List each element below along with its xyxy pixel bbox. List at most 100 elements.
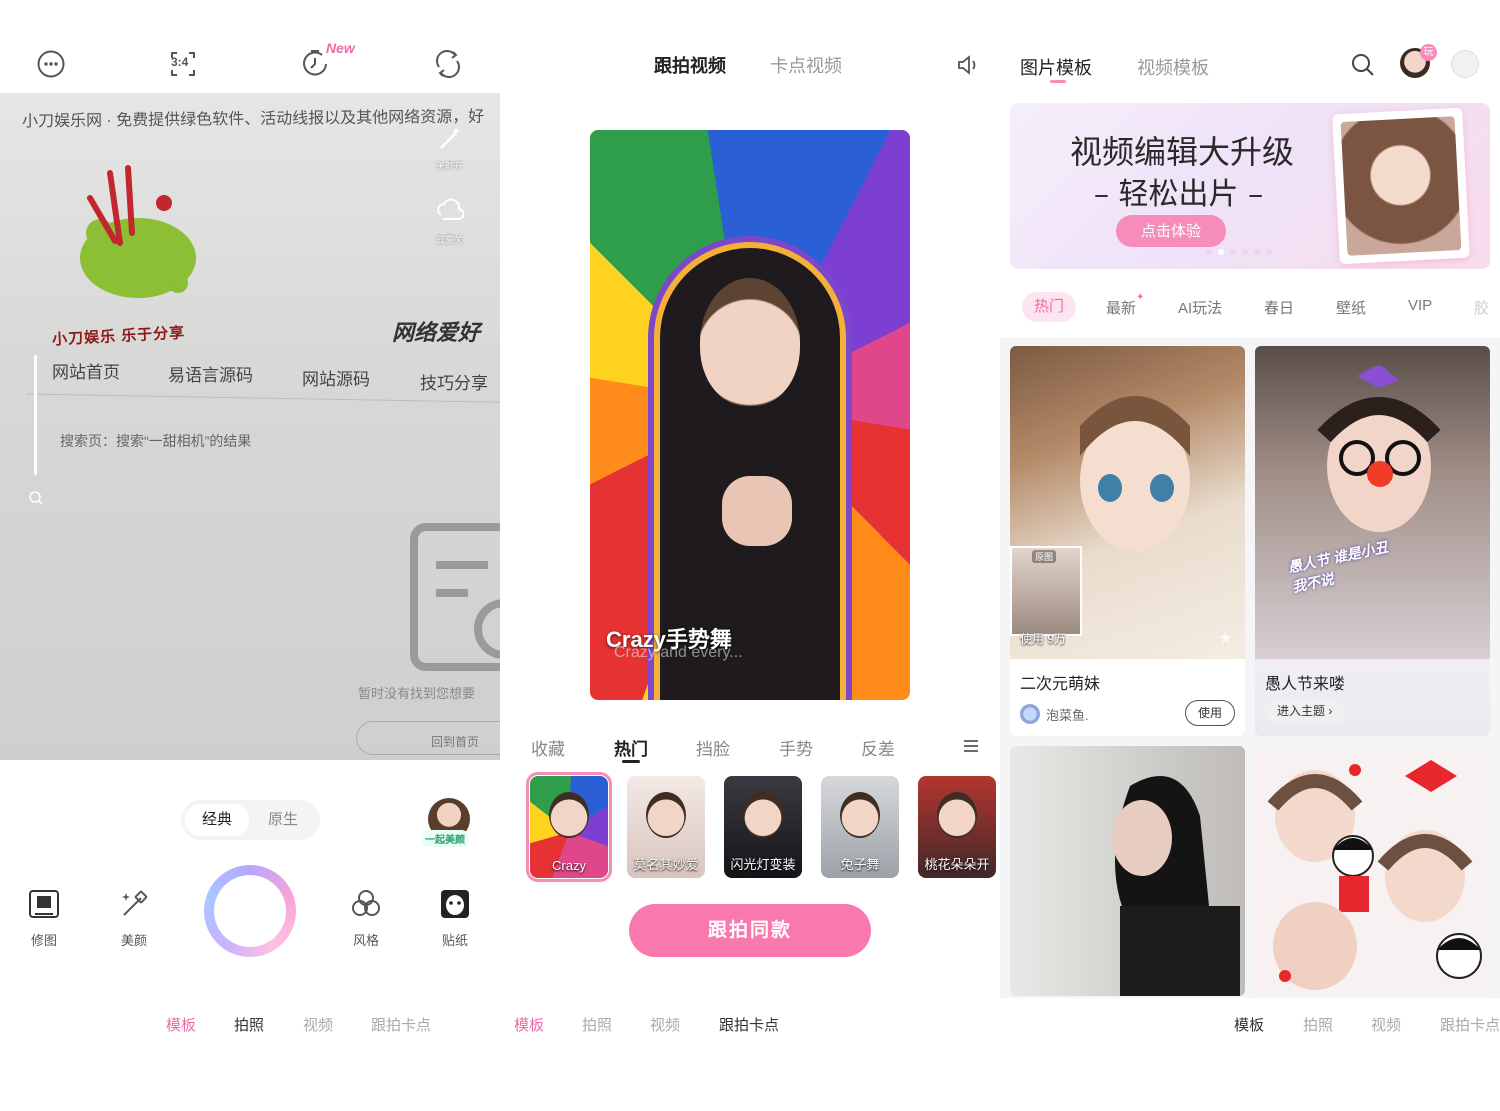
card-author: 泡菜鱼. [1020,704,1089,724]
handwriting-text: 网络爱好 [392,320,481,345]
shutter-button[interactable] [204,865,296,957]
banner-photo-image [1340,116,1462,256]
template-card[interactable] [1255,746,1490,996]
search-icon[interactable] [1350,52,1376,78]
template-thumb[interactable]: 桃花朵朵开 [918,776,996,878]
beauty-toggle-icon[interactable] [436,125,464,153]
usage-count: 使用 9万 [1020,632,1067,646]
category-vip[interactable]: VIP [1408,297,1432,314]
tool-beauty[interactable]: 美颜 [106,884,162,949]
avatar-tag: 一起美颜 [422,830,468,847]
splash-logo-icon [80,165,196,298]
template-card[interactable]: 原图 使用 9万 ★ 二次元萌妹 泡菜鱼. 使用 [1010,346,1245,736]
category-contrast[interactable]: 反差 [861,735,895,760]
category-wallpaper[interactable]: 壁纸 [1336,297,1366,318]
bottom-nav-video[interactable]: 视频 [303,1014,333,1035]
flip-camera-icon[interactable] [432,48,464,80]
mode-switch[interactable]: 经典 原生 [181,800,320,840]
template-thumb[interactable]: Crazy [526,772,612,882]
bottom-nav-follow[interactable]: 跟拍卡点 [719,1014,779,1035]
bottom-nav-photo[interactable]: 拍照 [1303,1014,1333,1035]
category-film[interactable]: 胶 [1474,297,1489,318]
fog-toggle-icon[interactable] [434,197,464,227]
video-preview[interactable]: Crazy手势舞 Crazy and every... [590,130,910,700]
tool-label: 贴纸 [441,933,468,948]
enter-theme-button[interactable]: 进入主题 › [1265,698,1345,724]
bottom-nav-template[interactable]: 模板 [1234,1014,1264,1035]
tab-follow-video[interactable]: 跟拍视频 [654,52,726,78]
category-underline [622,760,640,763]
zoom-search-icon[interactable] [28,490,44,506]
template-thumb[interactable]: 莫名其妙爱 [627,776,705,878]
category-newest[interactable]: 最新 [1106,297,1136,318]
tool-photo-edit[interactable]: 修图 [16,884,72,949]
category-hot[interactable]: 热门 [614,735,648,760]
sticker-icon [427,884,483,924]
zoom-slider[interactable] [34,355,37,475]
speaker-icon[interactable] [956,54,980,76]
follow-video-panel: 跟拍视频 卡点视频 Crazy手势舞 Crazy and every... 收藏… [500,0,1000,1111]
category-ai[interactable]: AI玩法 [1178,297,1222,318]
video-subtitle: Crazy and every... [614,644,743,661]
menu-icon[interactable] [962,738,980,754]
favorite-star-icon[interactable]: ★ [1219,628,1233,648]
bottom-nav-photo[interactable]: 拍照 [582,1014,612,1035]
promo-banner[interactable]: 视频编辑大升级 – 轻松出片 – 点击体验 [1010,103,1490,269]
template-thumb[interactable]: 闪光灯变装 [724,776,802,878]
card-image: 愚人节 谁是小丑 我不说 [1255,346,1490,659]
aspect-ratio-icon[interactable]: 3:4 [167,48,199,80]
thumb-face [646,792,686,838]
original-tag: 原图 [1032,550,1057,563]
anime-girl-face [1080,396,1190,551]
bottom-nav-template[interactable]: 模板 [166,1014,196,1035]
bottom-nav-video[interactable]: 视频 [650,1014,680,1035]
follow-same-button[interactable]: 跟拍同款 [629,904,871,957]
template-panel: 图片模板 视频模板 玩 视频编辑大升级 – 轻松出片 – 点击体验 热门 最新 … [1000,0,1500,1111]
thumb-face [549,792,589,838]
viewfinder-back-home: 回到首页 [356,721,500,755]
tab-beat-video[interactable]: 卡点视频 [770,52,842,78]
template-thumb[interactable]: 兔子舞 [821,776,899,878]
thumb-label: 莫名其妙爱 [633,857,699,872]
category-block-face[interactable]: 挡脸 [696,735,730,760]
tool-label: 修图 [30,933,57,948]
bottom-nav-photo[interactable]: 拍照 [234,1014,264,1035]
dancer-hand [722,476,792,546]
photo-edit-icon [16,884,72,924]
author-avatar [1020,704,1040,724]
category-spring[interactable]: 春日 [1264,297,1294,318]
tab-image-templates[interactable]: 图片模板 [1020,54,1092,80]
mode-original[interactable]: 原生 [251,804,315,836]
template-card[interactable] [1010,746,1245,996]
bottom-nav-video[interactable]: 视频 [1371,1014,1401,1035]
camera-viewfinder[interactable]: 小刀娱乐网 · 免费提供绿色软件、活动线报以及其他网络资源，好 小刀娱乐 乐于分… [0,93,500,760]
category-favorites[interactable]: 收藏 [531,735,565,760]
chevron-right-icon: › [1328,704,1333,718]
bottom-nav-template[interactable]: 模板 [514,1014,544,1035]
thumb-label: 桃花朵朵开 [924,857,990,872]
tool-style[interactable]: 风格 [338,884,394,949]
profile-ghost-icon[interactable] [1451,50,1479,78]
tab-underline [1050,80,1066,83]
pager-dot [1254,249,1260,255]
more-dots-icon[interactable] [35,48,67,80]
template-card[interactable]: 愚人节 谁是小丑 我不说 愚人节来喽 进入主题 › [1255,346,1490,736]
card-title: 二次元萌妹 [1020,676,1101,693]
mode-classic[interactable]: 经典 [185,804,249,836]
viewfinder-nav-item: 网站首页 [52,363,120,382]
tool-sticker[interactable]: 贴纸 [427,884,483,949]
bottom-nav-follow[interactable]: 跟拍卡点 [1440,1014,1500,1035]
category-hot[interactable]: 热门 [1022,292,1076,322]
category-gesture[interactable]: 手势 [779,735,813,760]
document-icon [410,523,500,671]
banner-photo [1332,107,1470,265]
banner-try-button[interactable]: 点击体验 [1116,215,1226,247]
style-filter-icon [338,884,394,924]
tab-video-templates[interactable]: 视频模板 [1137,54,1209,80]
bottom-nav-follow[interactable]: 跟拍卡点 [371,1014,431,1035]
cherry-collage-photo [1267,760,1482,990]
use-template-button[interactable]: 使用 [1185,700,1235,726]
back-home-label: 回到首页 [431,735,480,749]
profile-girl-photo [1112,776,1240,996]
viewfinder-nav-item: 技巧分享 [420,374,488,393]
